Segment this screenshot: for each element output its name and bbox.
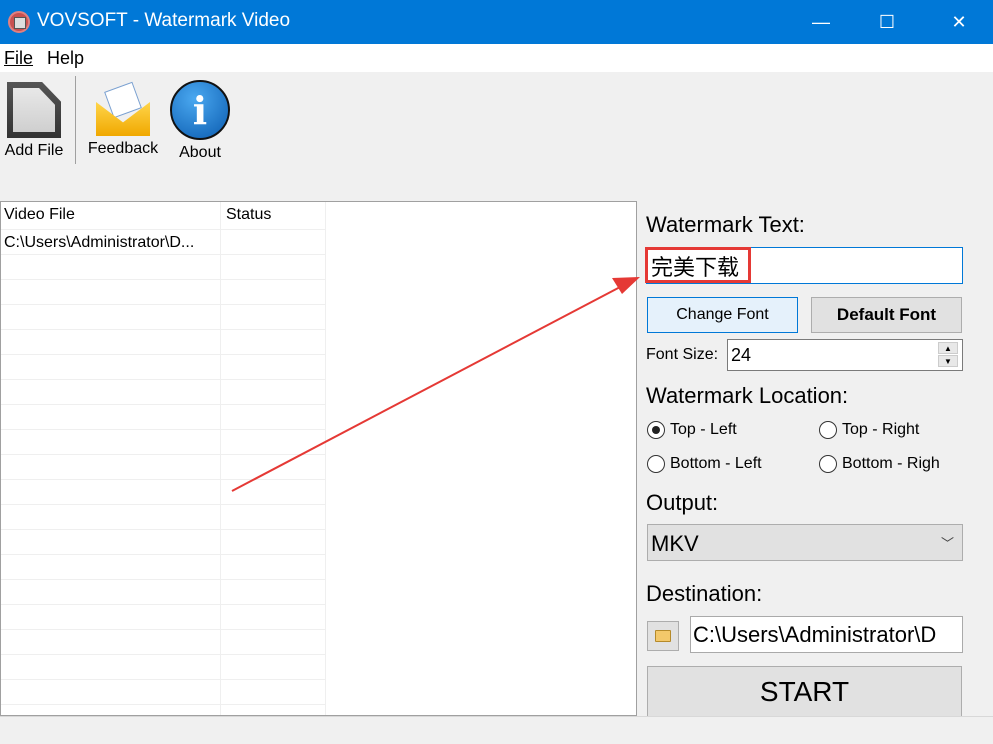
watermark-text-label: Watermark Text: (646, 212, 805, 237)
radio-label: Bottom - Righ (842, 455, 940, 472)
watermark-location-label: Watermark Location: (646, 383, 849, 408)
radio-top-left[interactable]: Top - Left (647, 421, 737, 439)
radio-bottom-right[interactable]: Bottom - Righ (819, 455, 940, 473)
radio-unchecked-icon (819, 455, 837, 473)
change-font-button[interactable]: Change Font (647, 297, 798, 333)
spin-up-icon[interactable]: ▲ (938, 342, 958, 354)
default-font-button[interactable]: Default Font (811, 297, 962, 333)
folder-icon (655, 630, 671, 642)
browse-folder-button[interactable] (647, 621, 679, 651)
start-button[interactable]: START (647, 666, 962, 716)
radio-label: Top - Right (842, 421, 920, 438)
radio-unchecked-icon (647, 455, 665, 473)
font-size-spinner[interactable] (727, 339, 963, 371)
spin-down-icon[interactable]: ▼ (938, 355, 958, 367)
output-label: Output: (646, 490, 719, 515)
destination-input[interactable] (690, 616, 963, 653)
annotation-highlight-box (645, 247, 751, 283)
output-selected-value: MKV (651, 531, 699, 556)
radio-label: Top - Left (670, 421, 737, 438)
radio-bottom-left[interactable]: Bottom - Left (647, 455, 762, 473)
destination-label: Destination: (646, 581, 763, 606)
radio-unchecked-icon (819, 421, 837, 439)
chevron-down-icon: ﹀ (940, 536, 954, 551)
radio-label: Bottom - Left (670, 455, 762, 472)
font-size-label: Font Size: (646, 346, 719, 363)
status-bar (0, 716, 993, 744)
output-format-select[interactable]: MKV ﹀ (647, 524, 963, 561)
radio-checked-icon (647, 421, 665, 439)
radio-top-right[interactable]: Top - Right (819, 421, 919, 439)
